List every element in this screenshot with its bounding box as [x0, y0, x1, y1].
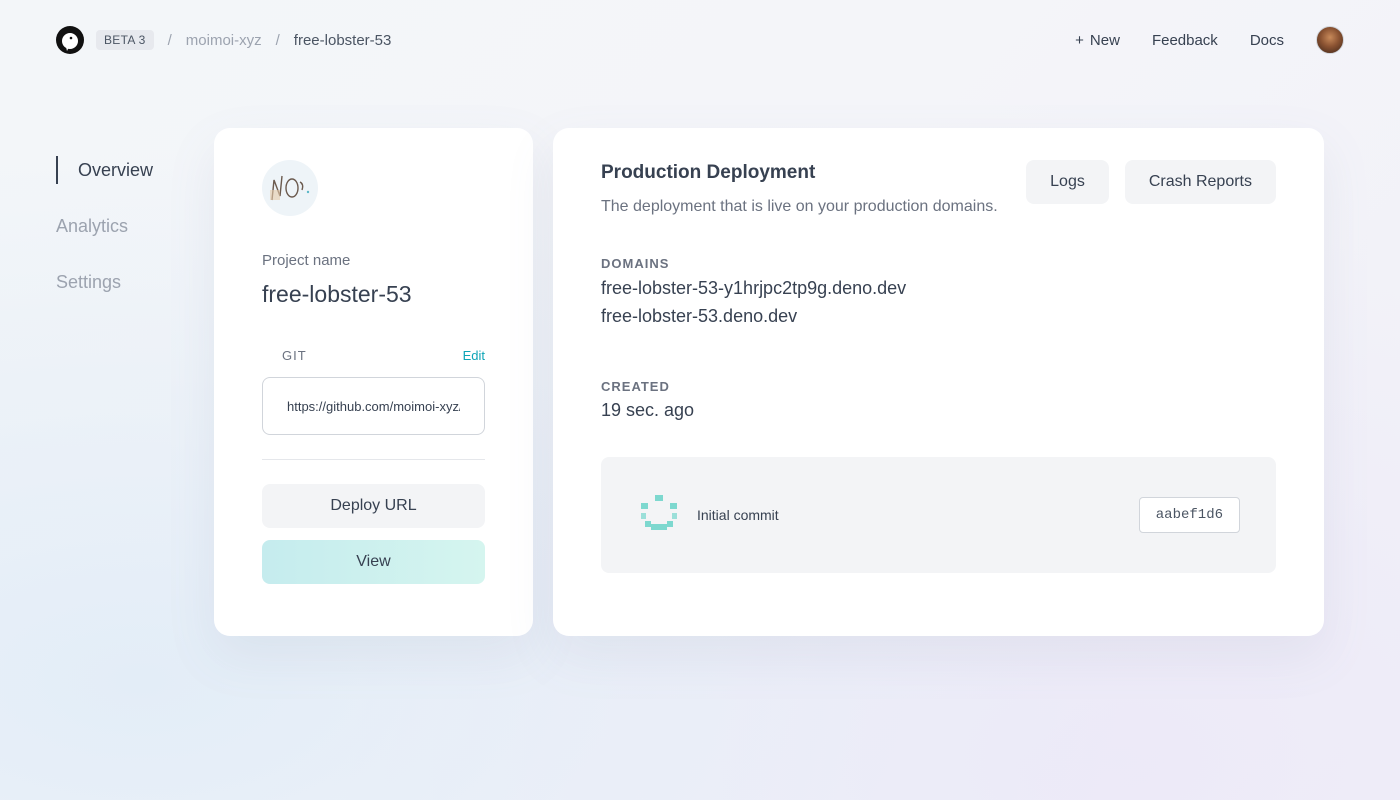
breadcrumb-separator: /: [275, 31, 280, 49]
created-section: CREATED 19 sec. ago: [601, 379, 1276, 421]
top-nav: + New Feedback Docs: [1075, 26, 1344, 54]
breadcrumb-project[interactable]: free-lobster-53: [294, 32, 392, 49]
new-button[interactable]: + New: [1075, 32, 1120, 49]
production-deployment-card: Production Deployment The deployment tha…: [553, 128, 1324, 636]
feedback-link[interactable]: Feedback: [1152, 32, 1218, 49]
deploy-url-button[interactable]: Deploy URL: [262, 484, 485, 528]
sidebar-item-analytics[interactable]: Analytics: [56, 212, 196, 240]
new-label: New: [1089, 31, 1120, 49]
project-name-label: Project name: [262, 252, 351, 269]
breadcrumb-separator: /: [167, 31, 172, 49]
logs-button[interactable]: Logs: [1026, 160, 1109, 204]
commit-hash[interactable]: aabef1d6: [1138, 497, 1240, 533]
plus-icon: +: [1075, 31, 1084, 49]
sidebar-item-overview[interactable]: Overview: [56, 156, 196, 184]
created-value: 19 sec. ago: [601, 400, 695, 420]
deno-logo-icon[interactable]: [56, 26, 84, 54]
git-header: GIT Edit: [262, 348, 485, 363]
sidebar-item-settings[interactable]: Settings: [56, 268, 196, 296]
docs-link[interactable]: Docs: [1250, 32, 1284, 49]
side-nav: Overview Analytics Settings: [56, 156, 196, 324]
commit-identicon-icon: [639, 493, 679, 538]
divider: [262, 459, 485, 460]
view-button[interactable]: View: [262, 540, 485, 584]
project-name: free-lobster-53: [262, 281, 412, 307]
top-bar: BETA 3 / moimoi-xyz / free-lobster-53 + N…: [56, 24, 1344, 56]
domains-label: DOMAINS: [601, 256, 670, 271]
domain-link[interactable]: free-lobster-53-y1hrjpc2tp9g.deno.dev: [601, 277, 1276, 299]
git-url-field[interactable]: [262, 377, 485, 435]
beta-badge: BETA 3: [96, 30, 154, 50]
crash-reports-button[interactable]: Crash Reports: [1124, 160, 1276, 204]
domains-section: DOMAINS free-lobster-53-y1hrjpc2tp9g.den…: [601, 256, 1276, 327]
commit-row[interactable]: Initial commit aabef1d6: [601, 457, 1276, 573]
created-label: CREATED: [601, 379, 670, 394]
domain-link[interactable]: free-lobster-53.deno.dev: [601, 305, 1276, 327]
project-card: Project name free-lobster-53 GIT Edit De…: [214, 128, 533, 636]
user-avatar-icon[interactable]: [1316, 26, 1344, 54]
deployment-actions: Logs Crash Reports: [1026, 160, 1276, 204]
git-label: GIT: [282, 348, 307, 363]
commit-message: Initial commit: [697, 507, 779, 523]
project-avatar-icon: [262, 160, 318, 216]
breadcrumb-org[interactable]: moimoi-xyz: [186, 32, 262, 49]
git-edit-link[interactable]: Edit: [463, 348, 485, 363]
